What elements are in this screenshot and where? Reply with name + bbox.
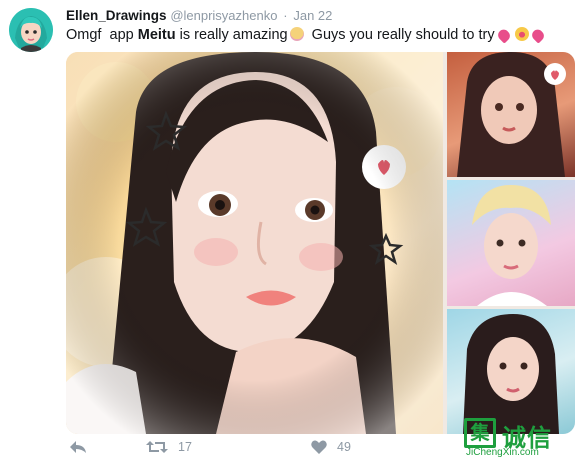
tweet-text: Omgf app Meitu is really amazing Guys yo… <box>66 27 547 44</box>
tweet-header: Ellen_Drawings @lenprisyazhenko · Jan 22 <box>66 8 332 23</box>
reply-icon <box>70 441 86 453</box>
avatar[interactable] <box>9 8 53 52</box>
angel-emoji-icon <box>514 27 529 41</box>
display-name[interactable]: Ellen_Drawings <box>66 8 167 23</box>
tweet-actions: 17 49 <box>66 440 426 462</box>
separator: · <box>283 8 288 23</box>
retweet-button[interactable]: 17 <box>146 440 192 454</box>
thumbnail-1[interactable] <box>447 52 575 177</box>
heart-icon <box>311 440 327 454</box>
media-grid <box>66 52 575 434</box>
tweet-date[interactable]: Jan 22 <box>293 8 332 23</box>
retweet-icon <box>146 441 168 453</box>
like-count: 49 <box>337 440 351 454</box>
thumbnail-2[interactable] <box>447 180 575 306</box>
two-hearts-emoji-icon <box>495 27 512 44</box>
watermark-url: JiChengXin.com <box>466 447 539 458</box>
watermark-logo: 集 <box>464 418 496 448</box>
tweet-text-part: Omgf app <box>66 27 138 43</box>
tweet-card: Ellen_Drawings @lenprisyazhenko · Jan 22… <box>0 0 580 462</box>
like-button[interactable]: 49 <box>311 440 351 454</box>
tweet-text-bold: Meitu <box>137 27 176 43</box>
retweet-count: 17 <box>178 440 192 454</box>
thumbnail-3[interactable] <box>447 309 575 434</box>
heart-eyes-emoji-icon <box>289 27 304 41</box>
reply-button[interactable] <box>69 440 87 454</box>
user-handle[interactable]: @lenprisyazhenko <box>170 8 277 23</box>
watermark: 集 诚信 JiChengXin.com <box>464 418 572 458</box>
two-hearts-emoji-icon <box>529 27 546 44</box>
tweet-text-part: Guys you really should to try <box>303 27 495 43</box>
main-photo[interactable] <box>66 52 443 434</box>
tweet-text-part: is really amazing <box>175 27 288 43</box>
